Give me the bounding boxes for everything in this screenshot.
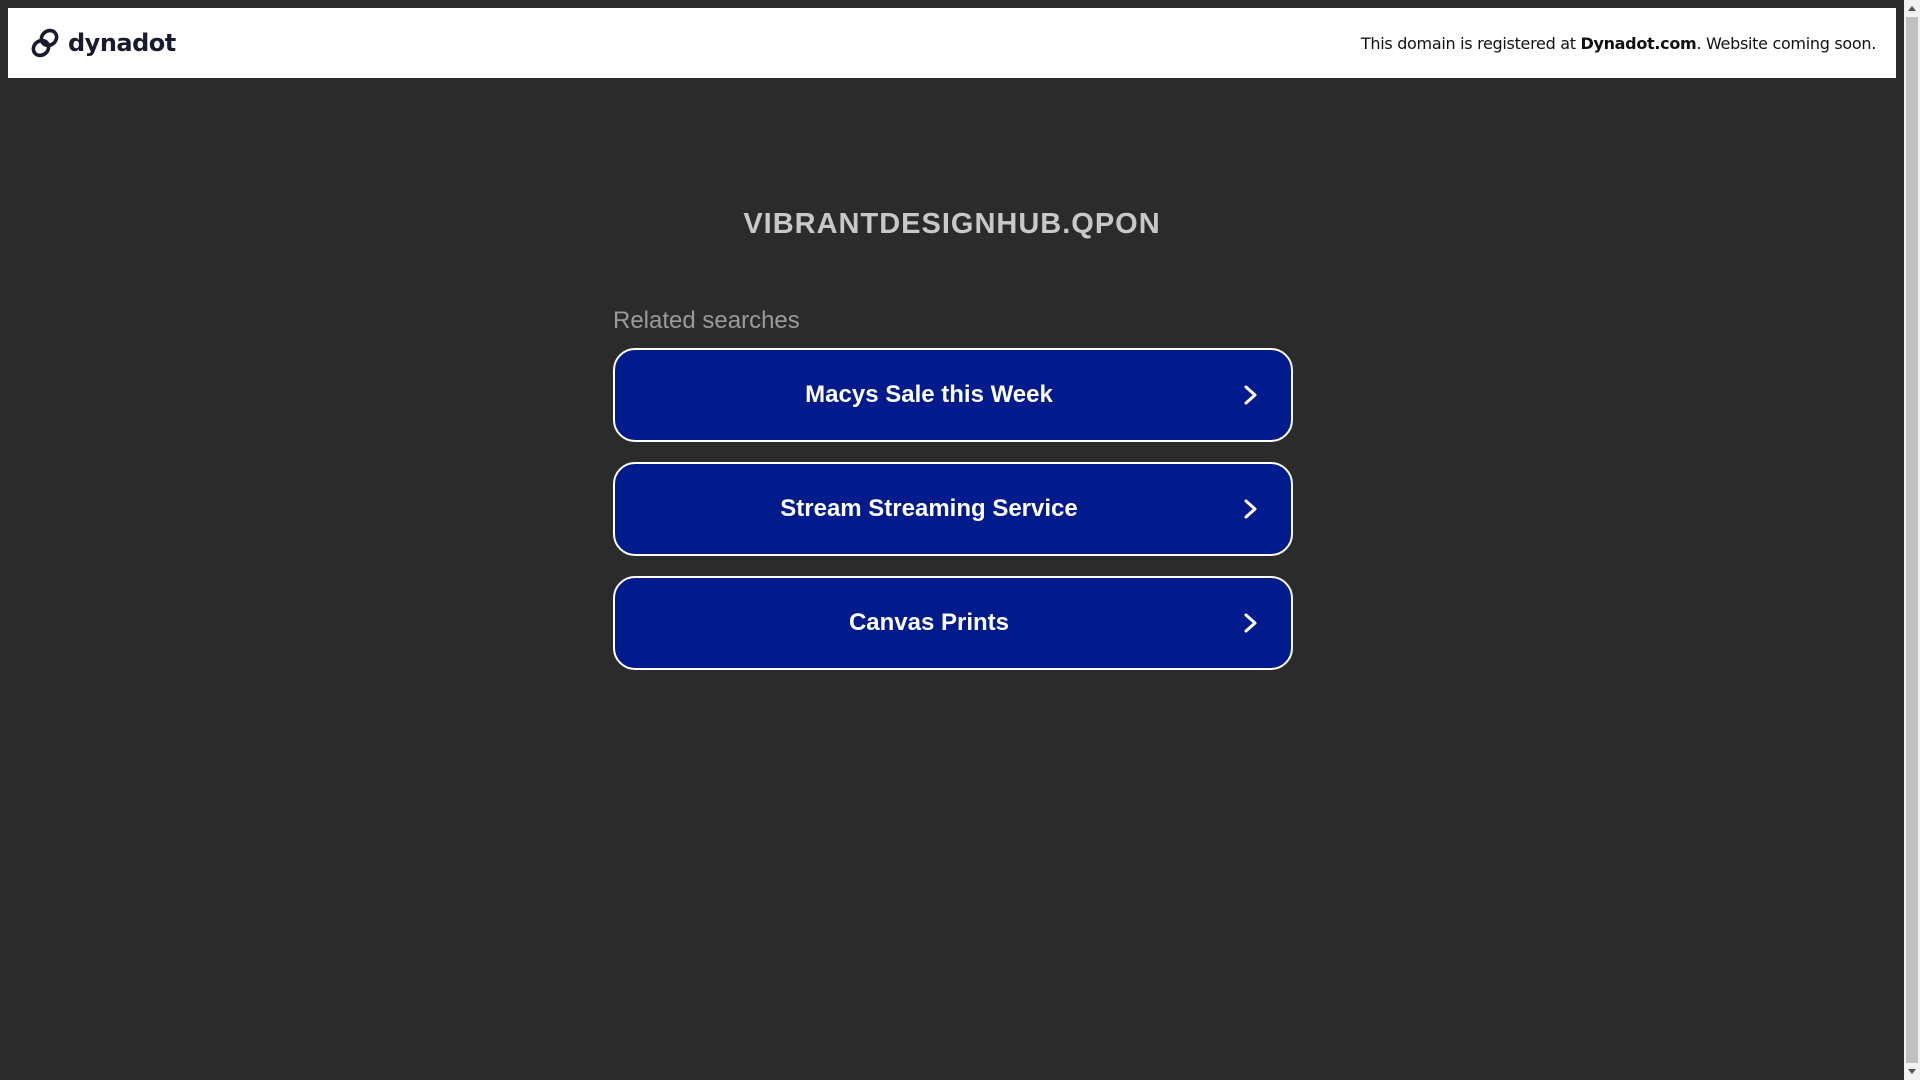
scroll-up-arrow-icon[interactable] (1904, 0, 1920, 17)
chevron-right-icon (1244, 613, 1257, 633)
logo-text: dynadot (68, 29, 176, 57)
related-search-label: Stream Streaming Service (780, 495, 1078, 522)
banner-message-brand: Dynadot.com (1580, 33, 1697, 53)
scroll-down-arrow-icon[interactable] (1904, 1063, 1920, 1080)
related-search-link[interactable]: Macys Sale this Week (613, 348, 1293, 442)
related-search-label: Canvas Prints (848, 609, 1010, 636)
content-area: dynadot This domain is registered at Dyn… (0, 0, 1904, 1080)
chevron-right-icon (1244, 385, 1257, 405)
related-search-link[interactable]: Canvas Prints (613, 576, 1293, 670)
banner-message: This domain is registered at Dynadot.com… (1361, 34, 1876, 53)
domain-title: VIBRANTDESIGNHUB.QPON (743, 208, 1161, 240)
related-searches: Related searches Macys Sale this Week St… (613, 304, 1293, 690)
related-search-link[interactable]: Stream Streaming Service (613, 462, 1293, 556)
related-searches-heading: Related searches (613, 307, 800, 334)
registrar-banner: dynadot This domain is registered at Dyn… (8, 8, 1896, 78)
page: dynadot This domain is registered at Dyn… (0, 0, 1920, 1080)
banner-message-suffix: . Website coming soon. (1696, 33, 1876, 53)
banner-message-prefix: This domain is registered at (1360, 33, 1581, 53)
dynadot-link-icon (31, 28, 59, 58)
scrollbar-thumb[interactable] (1906, 17, 1918, 1063)
chevron-right-icon (1244, 499, 1257, 519)
vertical-scrollbar[interactable] (1904, 0, 1920, 1080)
dynadot-logo[interactable]: dynadot (28, 26, 176, 60)
related-search-label: Macys Sale this Week (805, 381, 1053, 408)
